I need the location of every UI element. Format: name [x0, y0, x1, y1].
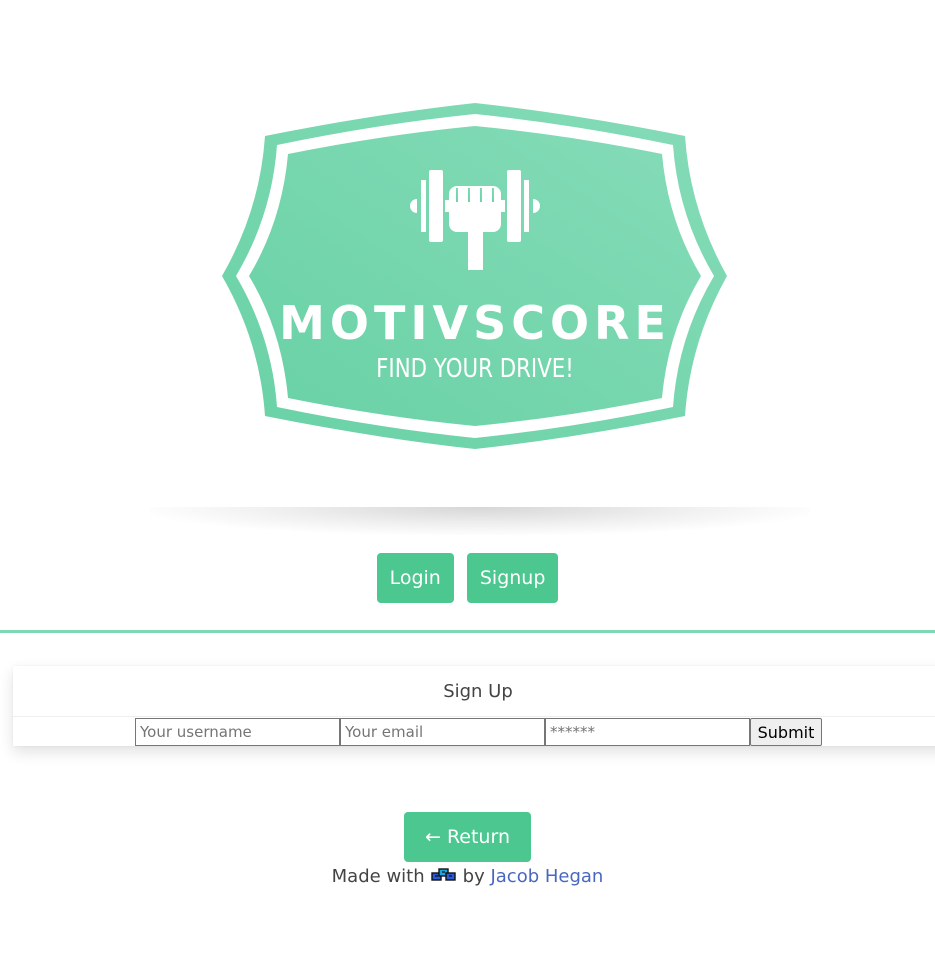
signup-heading: Sign Up: [13, 666, 935, 717]
signup-form: Submit: [135, 718, 822, 746]
footer-by: by: [462, 866, 485, 887]
auth-nav: Login Signup: [0, 553, 935, 603]
app-logo: MOTIVSCORE FIND YOUR DRIVE!: [220, 100, 730, 452]
signup-button[interactable]: Signup: [466, 553, 559, 603]
section-divider: [0, 630, 935, 633]
logo-tagline: FIND YOUR DRIVE!: [376, 354, 574, 384]
author-link[interactable]: Jacob Hegan: [490, 866, 603, 887]
email-input[interactable]: [340, 718, 545, 746]
submit-button[interactable]: Submit: [750, 718, 822, 746]
header-shadow: [150, 507, 810, 535]
footer-made-with: Made with: [331, 866, 425, 887]
fire-icon: [430, 868, 456, 881]
logo-badge: [222, 103, 727, 449]
return-wrap: ← Return: [0, 812, 935, 862]
login-button[interactable]: Login: [376, 553, 454, 603]
password-input[interactable]: [545, 718, 750, 746]
signup-card: Sign Up Submit: [13, 666, 935, 746]
username-input[interactable]: [135, 718, 340, 746]
footer: Made with by Jacob Hegan: [0, 866, 935, 887]
return-button[interactable]: ← Return: [403, 812, 531, 862]
logo-title: MOTIVSCORE: [279, 296, 671, 350]
